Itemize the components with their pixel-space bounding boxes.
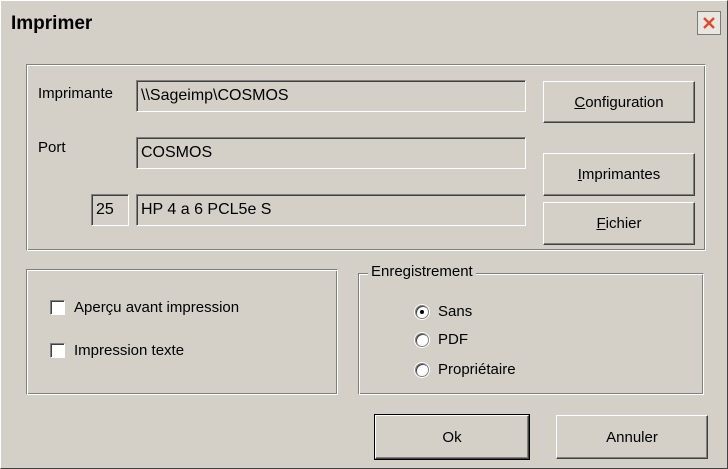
radio-option-pdf[interactable]: PDF xyxy=(415,331,468,348)
fichier-label: ichier xyxy=(605,215,642,232)
port-label: Port xyxy=(38,139,66,156)
enregistrement-legend: Enregistrement xyxy=(368,263,476,280)
options-group xyxy=(26,269,338,395)
enregistrement-group xyxy=(358,273,704,395)
radio-option-sans[interactable]: Sans xyxy=(415,303,472,320)
apercu-checkbox[interactable] xyxy=(50,300,65,315)
printer-code-field[interactable]: 25 xyxy=(91,194,129,226)
radio-sans[interactable] xyxy=(415,304,429,319)
impression-texte-label: Impression texte xyxy=(74,342,185,359)
radio-sans-label: Sans xyxy=(438,303,473,320)
fichier-accel: F xyxy=(596,215,606,232)
radio-proprietaire-label: Propriétaire xyxy=(438,361,516,378)
configuration-button[interactable]: Configuration xyxy=(543,81,695,123)
impression-texte-option[interactable]: Impression texte xyxy=(50,342,184,359)
radio-pdf[interactable] xyxy=(415,332,429,347)
imprimantes-label: mprimantes xyxy=(581,166,661,183)
print-dialog: Imprimer Imprimante \\Sageimp\COSMOS Por… xyxy=(0,0,728,469)
configuration-accel: C xyxy=(574,93,586,111)
imprimante-label: Imprimante xyxy=(38,85,114,102)
imprimante-field[interactable]: \\Sageimp\COSMOS xyxy=(136,80,526,112)
configuration-label: onfiguration xyxy=(585,93,664,111)
impression-texte-checkbox[interactable] xyxy=(50,343,65,358)
apercu-label: Aperçu avant impression xyxy=(74,299,240,316)
radio-pdf-label: PDF xyxy=(438,331,468,348)
fichier-button[interactable]: Fichier xyxy=(543,202,695,245)
dialog-title: Imprimer xyxy=(11,13,93,34)
radio-proprietaire[interactable] xyxy=(415,362,429,377)
ok-button[interactable]: Ok xyxy=(374,414,530,460)
imprimantes-button[interactable]: Imprimantes xyxy=(543,153,695,196)
annuler-button[interactable]: Annuler xyxy=(556,415,708,459)
radio-option-proprietaire[interactable]: Propriétaire xyxy=(415,361,516,378)
close-button[interactable] xyxy=(697,11,721,35)
printer-model-field[interactable]: HP 4 a 6 PCL5e S xyxy=(136,194,526,226)
apercu-option[interactable]: Aperçu avant impression xyxy=(50,299,239,316)
port-field[interactable]: COSMOS xyxy=(136,137,526,169)
title-bar: Imprimer xyxy=(1,1,727,47)
close-icon xyxy=(701,15,717,31)
